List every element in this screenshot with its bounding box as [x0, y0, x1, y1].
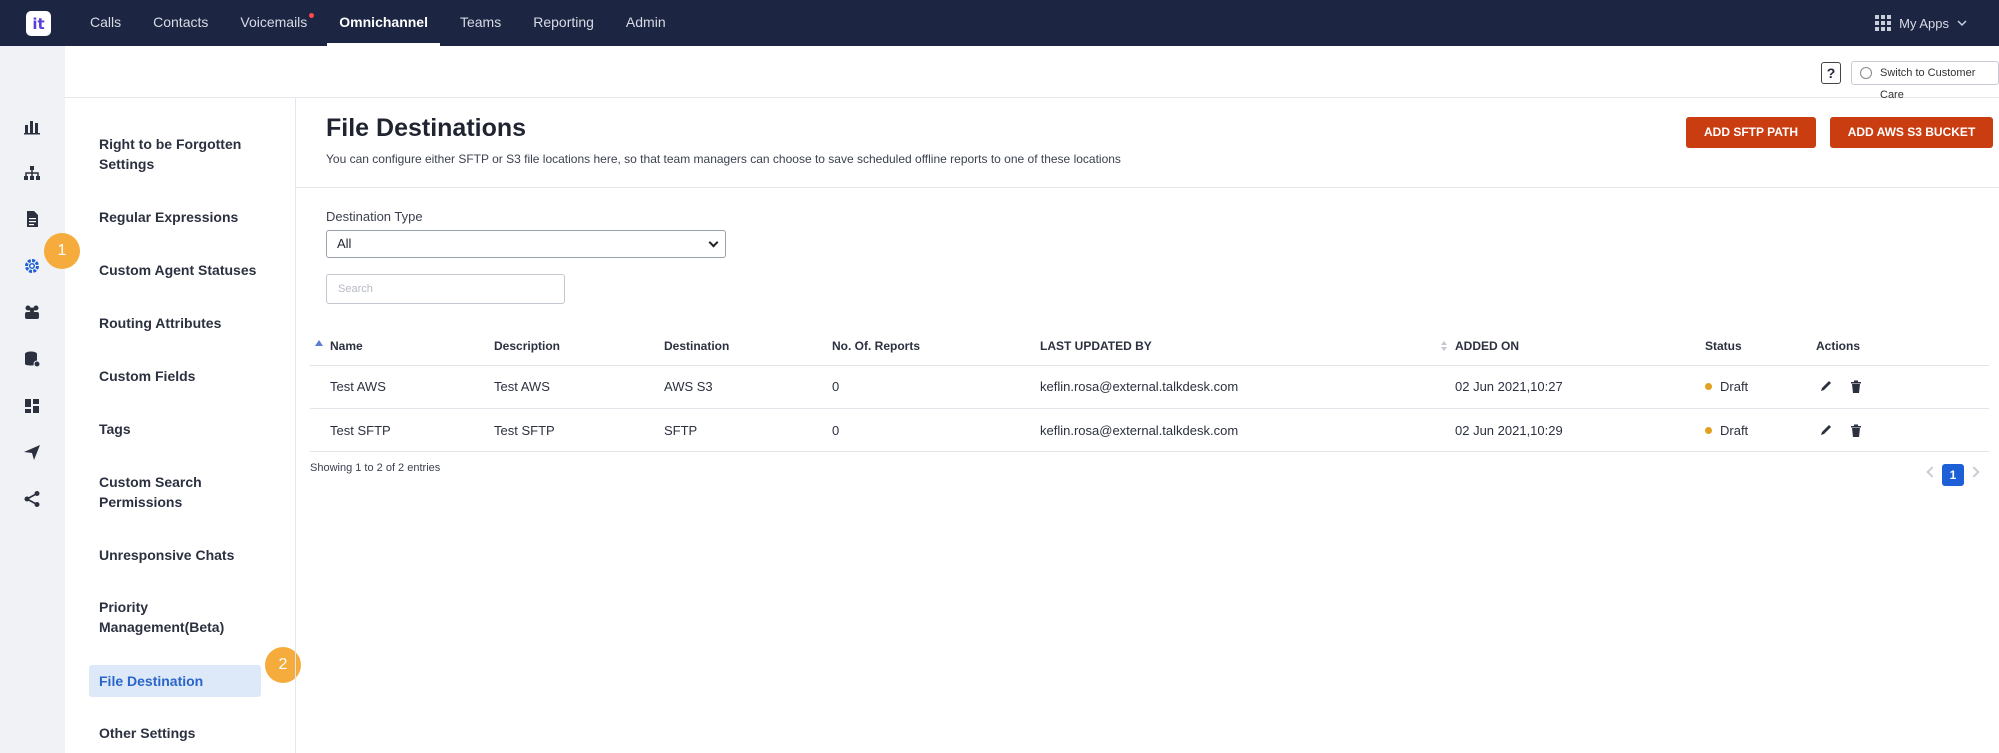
hierarchy-icon[interactable] — [22, 163, 42, 183]
headset-icon — [1860, 67, 1872, 79]
top-navigation-bar: it Calls Contacts Voicemails Omnichannel… — [0, 0, 1999, 46]
sub-header: ? Switch to Customer Care — [65, 46, 1999, 101]
main-nav: Calls Contacts Voicemails Omnichannel Te… — [78, 0, 686, 46]
table-header-divider — [310, 365, 1989, 366]
menu-item-routing-attributes[interactable]: Routing Attributes — [99, 313, 269, 333]
menu-item-file-destination[interactable]: File Destination — [89, 665, 261, 697]
my-apps-label: My Apps — [1899, 15, 1949, 31]
switch-to-customer-care-label: Switch to Customer Care — [1880, 67, 1976, 101]
status-label: Draft — [1720, 423, 1749, 438]
header-divider — [296, 187, 1999, 188]
menu-item-tags[interactable]: Tags — [99, 419, 269, 439]
col-header-added-on[interactable]: ADDED ON — [1455, 339, 1519, 353]
nav-voicemails-label: Voicemails — [240, 14, 308, 30]
apps-grid-icon — [1875, 15, 1892, 31]
delete-icon[interactable] — [1849, 380, 1863, 394]
nav-calls-label: Calls — [90, 14, 122, 30]
my-apps-menu[interactable]: My Apps — [1875, 0, 1967, 46]
cell-description: Test SFTP — [494, 423, 555, 438]
nav-reporting[interactable]: Reporting — [521, 0, 606, 46]
delete-icon[interactable] — [1849, 424, 1863, 438]
notification-dot — [309, 13, 315, 18]
destination-type-value: All — [337, 236, 352, 251]
nav-admin-label: Admin — [625, 14, 666, 30]
nav-teams[interactable]: Teams — [448, 0, 513, 46]
status-badge: Draft — [1705, 379, 1748, 394]
cell-name: Test SFTP — [330, 423, 391, 438]
col-header-status[interactable]: Status — [1705, 339, 1742, 353]
cell-updated-by: keflin.rosa@external.talkdesk.com — [1040, 423, 1239, 438]
col-header-description[interactable]: Description — [494, 339, 560, 353]
add-aws-s3-bucket-button[interactable]: ADD AWS S3 BUCKET — [1830, 117, 1993, 148]
nav-teams-label: Teams — [459, 14, 502, 30]
page-title: File Destinations — [326, 114, 527, 142]
row-divider — [310, 408, 1989, 409]
edit-icon[interactable] — [1819, 423, 1833, 437]
status-label: Draft — [1720, 379, 1749, 394]
add-sftp-path-button[interactable]: ADD SFTP PATH — [1686, 117, 1816, 148]
search-input[interactable]: Search — [326, 274, 565, 304]
col-header-destination[interactable]: Destination — [664, 339, 729, 353]
cell-added-on: 02 Jun 2021,10:29 — [1455, 423, 1563, 438]
menu-item-regular-expressions[interactable]: Regular Expressions — [99, 207, 269, 227]
app-logo[interactable]: it — [26, 11, 51, 36]
settings-menu: Right to be Forgotten Settings Regular E… — [65, 98, 296, 753]
cell-destination: AWS S3 — [664, 379, 713, 394]
nav-reporting-label: Reporting — [533, 14, 594, 30]
nav-calls[interactable]: Calls — [78, 0, 133, 46]
group-icon[interactable] — [22, 302, 42, 322]
cell-destination: SFTP — [664, 423, 698, 438]
cell-description: Test AWS — [494, 379, 550, 394]
dashboard-icon[interactable] — [22, 396, 42, 416]
sort-icon[interactable] — [1440, 340, 1448, 352]
menu-item-custom-fields[interactable]: Custom Fields — [99, 366, 269, 386]
cell-updated-by: keflin.rosa@external.talkdesk.com — [1040, 379, 1239, 394]
row-divider — [310, 451, 1989, 452]
status-dot — [1705, 383, 1712, 390]
chevron-down-icon — [1957, 20, 1967, 27]
nav-voicemails[interactable]: Voicemails — [228, 0, 319, 46]
cell-added-on: 02 Jun 2021,10:27 — [1455, 379, 1563, 394]
menu-item-other-settings[interactable]: Other Settings — [99, 723, 269, 743]
col-header-name[interactable]: Name — [330, 339, 363, 353]
cell-name: Test AWS — [330, 379, 386, 394]
menu-item-priority-management[interactable]: Priority Management(Beta) — [99, 597, 269, 637]
chevron-down-icon — [708, 237, 719, 248]
nav-admin[interactable]: Admin — [614, 0, 678, 46]
status-badge: Draft — [1705, 423, 1748, 438]
share-icon[interactable] — [22, 489, 42, 509]
destination-type-label: Destination Type — [326, 209, 423, 224]
page-number-button[interactable]: 1 — [1942, 464, 1964, 486]
database-icon[interactable] — [22, 349, 42, 369]
cell-reports: 0 — [832, 379, 840, 394]
logo-text: it — [32, 14, 45, 33]
menu-item-unresponsive-chats[interactable]: Unresponsive Chats — [99, 545, 269, 565]
status-dot — [1705, 427, 1712, 434]
left-icon-rail — [0, 46, 65, 753]
col-header-actions: Actions — [1816, 339, 1861, 353]
col-header-last-updated-by[interactable]: LAST UPDATED BY — [1040, 339, 1152, 353]
gear-icon[interactable] — [22, 256, 42, 276]
table-info: Showing 1 to 2 of 2 entries — [310, 462, 441, 474]
page-subtitle: You can configure either SFTP or S3 file… — [326, 152, 1121, 166]
edit-icon[interactable] — [1819, 379, 1833, 393]
nav-omnichannel-label: Omnichannel — [339, 14, 428, 30]
switch-to-customer-care-button[interactable]: Switch to Customer Care — [1851, 61, 1999, 101]
next-page-icon[interactable] — [1968, 466, 1980, 478]
cell-reports: 0 — [832, 423, 840, 438]
bar-chart-icon[interactable] — [22, 116, 42, 136]
col-header-reports[interactable]: No. Of. Reports — [832, 339, 920, 353]
nav-omnichannel[interactable]: Omnichannel — [327, 0, 440, 46]
nav-contacts[interactable]: Contacts — [141, 0, 220, 46]
help-button[interactable]: ? — [1821, 62, 1841, 84]
sort-ascending-icon[interactable] — [315, 340, 323, 346]
menu-item-custom-search-permissions[interactable]: Custom Search Permissions — [99, 472, 269, 512]
send-icon[interactable] — [22, 442, 42, 462]
menu-item-right-to-be-forgotten[interactable]: Right to be Forgotten Settings — [99, 134, 269, 174]
previous-page-icon[interactable] — [1926, 466, 1938, 478]
destination-type-select[interactable]: All — [326, 230, 726, 258]
document-icon[interactable] — [22, 209, 42, 229]
nav-contacts-label: Contacts — [153, 14, 209, 30]
menu-item-custom-agent-statuses[interactable]: Custom Agent Statuses — [99, 260, 269, 280]
